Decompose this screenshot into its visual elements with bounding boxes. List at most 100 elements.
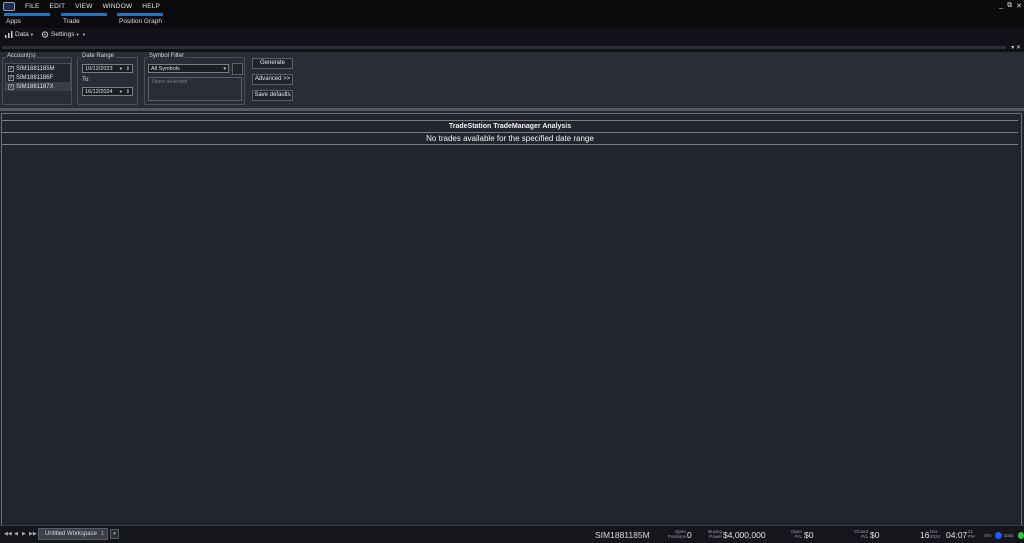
label-line: P/L [795, 534, 802, 539]
checkbox-checked-icon[interactable]: ✓ [8, 65, 14, 72]
status-day: 16 [920, 530, 930, 540]
status-seconds: 21 PM [968, 529, 978, 539]
app-tabs: Apps Trade Position Graph [0, 13, 1024, 28]
toolbar: Data ▾ Settings ▾ ▾ ▾ ✕ [0, 28, 1024, 52]
workspace-count: 1 [100, 531, 104, 537]
next-workspace-icon[interactable]: ▶ [22, 531, 26, 537]
sim-label: Sim [984, 533, 992, 538]
label-line: Positions [667, 534, 686, 539]
report-divider [2, 132, 1018, 133]
buying-power-value: $4,000,000 [723, 530, 766, 540]
tab-apps[interactable]: Apps [4, 13, 50, 28]
menu-bar: FILE EDIT VIEW WINDOW HELP _ ⧉ ✕ [0, 0, 1024, 13]
checkbox-checked-icon[interactable]: ✓ [8, 74, 14, 81]
date-range-title: Date Range [81, 53, 116, 59]
menu-view[interactable]: VIEW [75, 3, 92, 10]
status-account: SIM1881185M [595, 530, 650, 540]
minimize-icon[interactable]: _ [999, 2, 1003, 10]
calendar-dropdown-icon[interactable]: ▾ [120, 88, 122, 96]
closed-pl-value: $0 [870, 530, 880, 540]
report-frame [1, 113, 1022, 526]
workspace-menu-icon[interactable]: ▾ [110, 529, 119, 539]
open-positions-label: Open Positions [662, 529, 686, 539]
analysis-settings-panel: Account(s) ✓ SIM1881185M ✓ SIM1881186F ✓… [0, 52, 1024, 108]
gear-icon [41, 31, 49, 38]
data-status-dot [1018, 532, 1024, 539]
tab-trade[interactable]: Trade [61, 13, 107, 28]
account-label: SIM1881186F [16, 74, 54, 81]
open-pl-label: Open P/L [782, 529, 802, 539]
tab-underline [61, 13, 107, 16]
first-workspace-icon[interactable]: ◀◀ [4, 531, 12, 537]
to-date-picker[interactable]: 16/12/2024 ▾ ⇕ [82, 87, 133, 96]
tab-trade-label: Trade [63, 18, 80, 25]
last-workspace-icon[interactable]: ▶▶ [29, 531, 37, 537]
spin-icon[interactable]: ⇕ [126, 88, 130, 96]
symbol-filter-title: Symbol Filter [148, 53, 186, 59]
tradestation-logo-icon [3, 2, 15, 11]
date-range-group: Date Range 10/12/2023 ▾ ⇕ To: 16/12/2024… [77, 53, 138, 105]
status-time: 04:07 [946, 530, 968, 540]
to-label: To: [82, 77, 91, 83]
report-title: TradeStation TradeManager Analysis [448, 123, 572, 130]
symbol-lookup-button[interactable] [232, 63, 243, 75]
menu-help[interactable]: HELP [142, 3, 160, 10]
menu-file[interactable]: FILE [25, 3, 40, 10]
account-label: SIM1881187X [16, 83, 54, 90]
symbol-select[interactable]: All Symbols ▾ [148, 64, 229, 73]
window-controls: _ ⧉ ✕ [999, 2, 1022, 10]
from-date-value: 10/12/2023 [85, 66, 113, 72]
open-positions-value: 0 [687, 530, 692, 540]
account-label: SIM1881185M [16, 65, 55, 72]
chevron-down-icon: ▾ [223, 66, 226, 72]
chart-bars-icon [5, 31, 13, 38]
report-divider [2, 144, 1018, 145]
menu-window[interactable]: WINDOW [103, 3, 133, 10]
restore-icon[interactable]: ⧉ [1007, 2, 1012, 10]
account-item[interactable]: ✓ SIM1881185M [6, 64, 70, 73]
settings-button[interactable]: Settings ▾ ▾ [41, 31, 85, 38]
checkbox-checked-icon[interactable]: ✓ [8, 83, 14, 90]
accounts-list: ✓ SIM1881185M ✓ SIM1881186F ✓ SIM1881187… [5, 63, 71, 91]
tab-position-graph-label: Position Graph [119, 18, 162, 25]
workspace-tab[interactable]: Untitled Workspace 1 [38, 528, 108, 540]
chevron-down-icon: ▾ [76, 31, 79, 37]
save-defaults-button[interactable]: Save defaults [252, 90, 293, 101]
tab-apps-label: Apps [6, 18, 21, 25]
prev-workspace-icon[interactable]: ◀ [14, 531, 18, 537]
report-message: No trades available for the specified da… [426, 134, 594, 143]
open-pl-value: $0 [804, 530, 814, 540]
data-button-label: Data [15, 31, 29, 38]
menu-edit[interactable]: EDIT [50, 3, 66, 10]
account-item[interactable]: ✓ SIM1881186F [6, 73, 70, 82]
tab-underline [117, 13, 163, 16]
buying-power-label: Buying Power [700, 529, 722, 539]
tab-position-graph[interactable]: Position Graph [117, 13, 163, 28]
data-label: Data [1004, 533, 1014, 538]
toolbar-overflow-icon[interactable]: ▾ ✕ [1011, 44, 1021, 51]
symbol-select-value: All Symbols [151, 66, 180, 72]
accounts-group: Account(s) ✓ SIM1881185M ✓ SIM1881186F ✓… [2, 53, 72, 105]
from-date-picker[interactable]: 10/12/2023 ▾ ⇕ [82, 64, 133, 73]
selected-symbols-box[interactable]: None selected [148, 77, 242, 101]
label-line: PM [968, 534, 975, 539]
dropdown-arrow-icon[interactable]: ▾ [83, 32, 85, 38]
label-line: Power [709, 534, 722, 539]
symbol-filter-group: Symbol Filter All Symbols ▾ None selecte… [144, 53, 245, 105]
to-date-value: 16/12/2024 [85, 89, 113, 95]
chevron-down-icon: ▾ [30, 31, 33, 37]
close-icon[interactable]: ✕ [1016, 2, 1022, 10]
closed-pl-label: Closed P/L [846, 529, 868, 539]
workspace-tab-label: Untitled Workspace [45, 531, 97, 537]
status-bar: ◀◀ ◀ ▶ ▶▶ Untitled Workspace 1 ▾ SIM1881… [0, 525, 1024, 543]
generate-button[interactable]: Generate [252, 58, 293, 69]
advanced-button[interactable]: Advanced >> [252, 74, 293, 85]
accounts-title: Account(s) [6, 53, 37, 59]
account-item[interactable]: ✓ SIM1881187X [6, 82, 70, 91]
spin-icon[interactable]: ⇕ [126, 65, 130, 73]
report-area: TradeStation TradeManager Analysis No tr… [0, 108, 1024, 526]
data-button[interactable]: Data ▾ [5, 31, 33, 38]
label-line: 2024 [930, 534, 941, 539]
calendar-dropdown-icon[interactable]: ▾ [120, 65, 122, 73]
toolbar-scrollbar[interactable] [2, 46, 1006, 49]
